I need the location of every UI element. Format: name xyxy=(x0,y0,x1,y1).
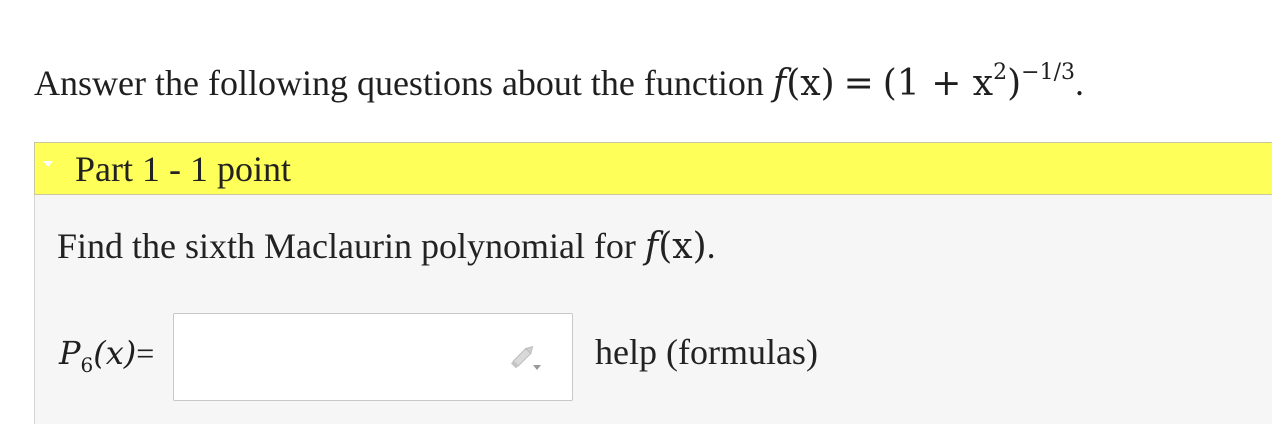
answer-label: P6(x)= xyxy=(59,331,154,387)
part-body: Find the sixth Maclaurin polynomial for … xyxy=(34,195,1272,424)
intro-func-name: f xyxy=(772,63,787,104)
question-period: . xyxy=(706,226,716,266)
intro-text: Answer the following questions about the… xyxy=(34,63,764,103)
answer-label-arg: (x) xyxy=(93,334,137,372)
question-func-name: f xyxy=(644,226,659,267)
intro-base-exponent: 2 xyxy=(993,60,1008,85)
question-intro: Answer the following questions about the… xyxy=(34,48,1084,109)
help-formulas-link[interactable]: help (formulas) xyxy=(595,329,818,375)
intro-period: . xyxy=(1075,63,1084,103)
answer-label-equals: = xyxy=(136,335,155,371)
answer-label-p: P xyxy=(59,334,81,372)
question-text: Find the sixth Maclaurin polynomial for xyxy=(57,226,636,266)
intro-outer-exponent: −1/3 xyxy=(1021,60,1075,85)
intro-base-close: ) xyxy=(1007,63,1022,104)
caret-down-icon[interactable] xyxy=(43,161,53,167)
part-question: Find the sixth Maclaurin polynomial for … xyxy=(57,223,716,270)
intro-func-arg: (x) xyxy=(786,63,835,104)
question-func-arg: (x) xyxy=(658,226,707,267)
part-header[interactable]: Part 1 - 1 point xyxy=(34,142,1272,195)
part-title: Part 1 - 1 point xyxy=(75,149,291,189)
intro-base: (1 + x xyxy=(882,63,994,104)
answer-label-subscript: 6 xyxy=(80,353,94,377)
intro-equals: = xyxy=(843,63,874,104)
pencil-icon[interactable] xyxy=(509,343,543,373)
